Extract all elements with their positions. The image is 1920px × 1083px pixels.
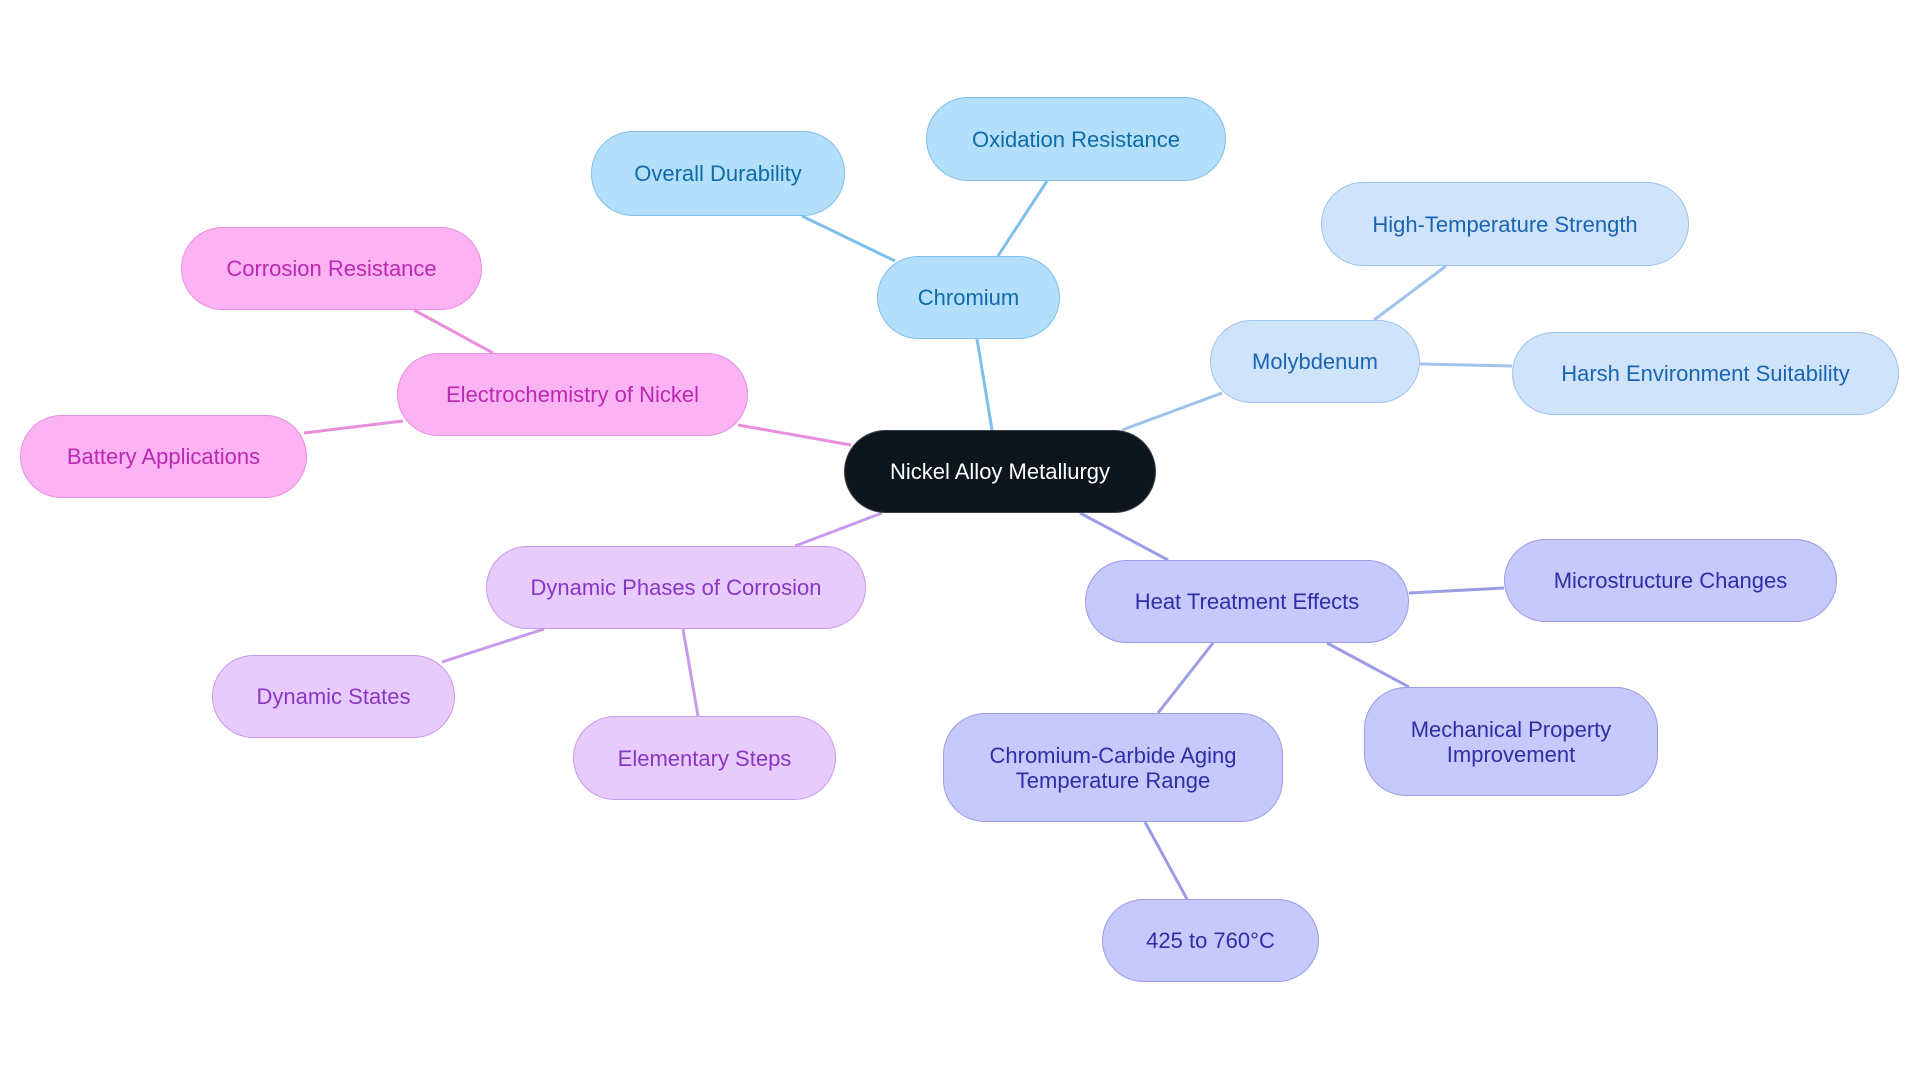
node-elementary-steps[interactable]: Elementary Steps [573, 716, 836, 800]
node-heat-treatment-effects[interactable]: Heat Treatment Effects [1085, 560, 1409, 643]
node-root-nickel-alloy-metallurgy[interactable]: Nickel Alloy Metallurgy [844, 430, 1156, 513]
edge-dynamic-elementary [681, 628, 700, 717]
edge-electro-battery [303, 419, 404, 435]
node-chromium-carbide-aging-temperature-range[interactable]: Chromium-Carbide Aging Temperature Range [943, 713, 1283, 822]
node-harsh-environment-suitability[interactable]: Harsh Environment Suitability [1512, 332, 1899, 415]
edge-molybdenum-hightemp [1373, 264, 1447, 322]
node-high-temperature-strength[interactable]: High-Temperature Strength [1321, 182, 1689, 266]
edge-heat-mechanical [1326, 641, 1410, 689]
node-dynamic-states[interactable]: Dynamic States [212, 655, 455, 738]
edge-dynamic-states [441, 627, 545, 664]
edge-chromium-durability [801, 214, 896, 263]
node-overall-durability[interactable]: Overall Durability [591, 131, 845, 216]
node-chromium[interactable]: Chromium [877, 256, 1060, 339]
edge-heat-microstructure [1408, 586, 1505, 595]
node-oxidation-resistance[interactable]: Oxidation Resistance [926, 97, 1226, 181]
edge-root-electrochemistry [737, 423, 852, 447]
node-corrosion-resistance[interactable]: Corrosion Resistance [181, 227, 482, 310]
node-microstructure-changes[interactable]: Microstructure Changes [1504, 539, 1837, 622]
node-dynamic-phases-of-corrosion[interactable]: Dynamic Phases of Corrosion [486, 546, 866, 629]
node-battery-applications[interactable]: Battery Applications [20, 415, 307, 498]
edge-molybdenum-harsh [1419, 362, 1513, 368]
node-electrochemistry-of-nickel[interactable]: Electrochemistry of Nickel [397, 353, 748, 436]
edge-heat-carbide [1156, 642, 1215, 714]
edge-root-chromium [975, 338, 994, 431]
mind-map: Nickel Alloy Metallurgy Chromium Oxidati… [0, 0, 1920, 1083]
edge-root-dynamic-phases [794, 511, 883, 548]
node-mechanical-property-improvement[interactable]: Mechanical Property Improvement [1364, 687, 1658, 796]
edge-root-heat-treatment [1079, 511, 1169, 562]
edge-carbide-temprange [1143, 821, 1189, 900]
edge-root-molybdenum [1121, 391, 1223, 432]
edge-chromium-oxidation [996, 180, 1049, 257]
node-temperature-range-value[interactable]: 425 to 760°C [1102, 899, 1319, 982]
edge-electro-corrosion [413, 308, 494, 355]
node-molybdenum[interactable]: Molybdenum [1210, 320, 1420, 403]
